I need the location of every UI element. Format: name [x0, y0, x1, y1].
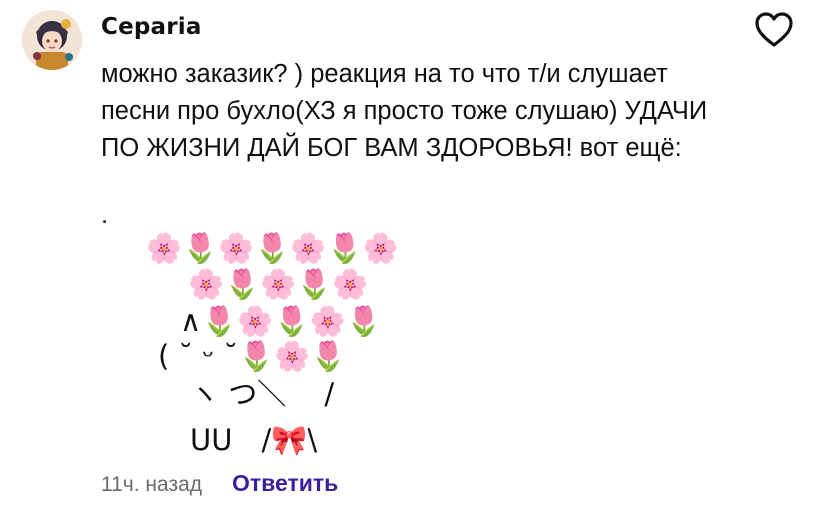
comment-author[interactable]: Ceparia — [101, 14, 202, 40]
art-line-2: 🌸🌷🌸🌷🌸 — [188, 267, 369, 301]
art-line-6: UU /🎀\ — [190, 423, 318, 457]
comment-dot: . — [101, 199, 109, 229]
art-line-4: ( ˘ ᵕ ˘🌷🌸🌷 — [158, 339, 347, 373]
reply-button[interactable]: Ответить — [232, 470, 338, 497]
art-line-1: 🌸🌷🌸🌷🌸🌷🌸 — [146, 231, 399, 265]
avatar-illustration — [22, 10, 82, 70]
like-button[interactable] — [752, 10, 796, 50]
comment-text: можно заказик? ) реакция на то что т/и с… — [101, 60, 708, 162]
art-line-5: ヽ つ＼ / — [190, 377, 335, 411]
avatar[interactable] — [22, 10, 82, 70]
comment-timestamp: 11ч. назад — [101, 473, 203, 496]
heart-icon — [755, 12, 793, 47]
art-line-3: ∧🌷🌸🌷🌸🌷 — [180, 304, 382, 338]
